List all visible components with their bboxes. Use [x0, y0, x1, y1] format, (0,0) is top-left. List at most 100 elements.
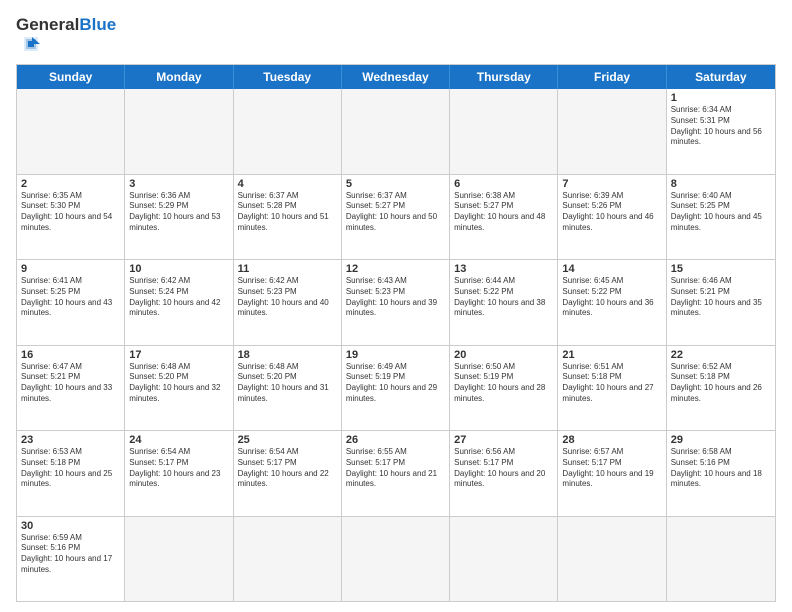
day-info: Sunrise: 6:48 AM Sunset: 5:20 PM Dayligh…: [238, 362, 337, 405]
day-number: 7: [562, 178, 661, 190]
day-cell: 12Sunrise: 6:43 AM Sunset: 5:23 PM Dayli…: [342, 260, 450, 345]
empty-day-cell: [125, 89, 233, 174]
empty-day-cell: [450, 89, 558, 174]
day-number: 1: [671, 92, 771, 104]
day-cell: 23Sunrise: 6:53 AM Sunset: 5:18 PM Dayli…: [17, 431, 125, 516]
day-number: 8: [671, 178, 771, 190]
day-cell: 26Sunrise: 6:55 AM Sunset: 5:17 PM Dayli…: [342, 431, 450, 516]
empty-day-cell: [125, 517, 233, 602]
day-info: Sunrise: 6:42 AM Sunset: 5:24 PM Dayligh…: [129, 276, 228, 319]
weekday-header: Wednesday: [342, 65, 450, 89]
day-cell: 3Sunrise: 6:36 AM Sunset: 5:29 PM Daylig…: [125, 175, 233, 260]
day-number: 18: [238, 349, 337, 361]
day-info: Sunrise: 6:49 AM Sunset: 5:19 PM Dayligh…: [346, 362, 445, 405]
day-number: 23: [21, 434, 120, 446]
calendar-week-row: 9Sunrise: 6:41 AM Sunset: 5:25 PM Daylig…: [17, 260, 775, 346]
logo-blue: Blue: [79, 15, 116, 34]
day-number: 6: [454, 178, 553, 190]
empty-day-cell: [17, 89, 125, 174]
day-cell: 14Sunrise: 6:45 AM Sunset: 5:22 PM Dayli…: [558, 260, 666, 345]
day-info: Sunrise: 6:56 AM Sunset: 5:17 PM Dayligh…: [454, 447, 553, 490]
day-number: 28: [562, 434, 661, 446]
day-number: 22: [671, 349, 771, 361]
day-cell: 19Sunrise: 6:49 AM Sunset: 5:19 PM Dayli…: [342, 346, 450, 431]
day-number: 26: [346, 434, 445, 446]
weekday-header: Thursday: [450, 65, 558, 89]
empty-day-cell: [342, 89, 450, 174]
day-info: Sunrise: 6:59 AM Sunset: 5:16 PM Dayligh…: [21, 533, 120, 576]
calendar-week-row: 30Sunrise: 6:59 AM Sunset: 5:16 PM Dayli…: [17, 517, 775, 602]
day-cell: 20Sunrise: 6:50 AM Sunset: 5:19 PM Dayli…: [450, 346, 558, 431]
day-number: 17: [129, 349, 228, 361]
day-info: Sunrise: 6:35 AM Sunset: 5:30 PM Dayligh…: [21, 191, 120, 234]
day-number: 15: [671, 263, 771, 275]
day-number: 12: [346, 263, 445, 275]
day-info: Sunrise: 6:37 AM Sunset: 5:27 PM Dayligh…: [346, 191, 445, 234]
day-number: 11: [238, 263, 337, 275]
empty-day-cell: [558, 517, 666, 602]
day-info: Sunrise: 6:42 AM Sunset: 5:23 PM Dayligh…: [238, 276, 337, 319]
day-info: Sunrise: 6:58 AM Sunset: 5:16 PM Dayligh…: [671, 447, 771, 490]
weekday-header: Monday: [125, 65, 233, 89]
day-cell: 9Sunrise: 6:41 AM Sunset: 5:25 PM Daylig…: [17, 260, 125, 345]
day-number: 16: [21, 349, 120, 361]
day-cell: 7Sunrise: 6:39 AM Sunset: 5:26 PM Daylig…: [558, 175, 666, 260]
day-number: 14: [562, 263, 661, 275]
day-number: 27: [454, 434, 553, 446]
day-info: Sunrise: 6:46 AM Sunset: 5:21 PM Dayligh…: [671, 276, 771, 319]
day-number: 9: [21, 263, 120, 275]
calendar-header: SundayMondayTuesdayWednesdayThursdayFrid…: [17, 65, 775, 89]
day-number: 13: [454, 263, 553, 275]
header: GeneralBlue: [16, 12, 776, 58]
day-info: Sunrise: 6:37 AM Sunset: 5:28 PM Dayligh…: [238, 191, 337, 234]
weekday-header: Tuesday: [234, 65, 342, 89]
day-number: 2: [21, 178, 120, 190]
day-number: 19: [346, 349, 445, 361]
day-cell: 5Sunrise: 6:37 AM Sunset: 5:27 PM Daylig…: [342, 175, 450, 260]
day-cell: 30Sunrise: 6:59 AM Sunset: 5:16 PM Dayli…: [17, 517, 125, 602]
empty-day-cell: [450, 517, 558, 602]
calendar-body: 1Sunrise: 6:34 AM Sunset: 5:31 PM Daylig…: [17, 89, 775, 601]
day-cell: 6Sunrise: 6:38 AM Sunset: 5:27 PM Daylig…: [450, 175, 558, 260]
calendar-week-row: 23Sunrise: 6:53 AM Sunset: 5:18 PM Dayli…: [17, 431, 775, 517]
day-number: 30: [21, 520, 120, 532]
weekday-header: Saturday: [667, 65, 775, 89]
day-info: Sunrise: 6:40 AM Sunset: 5:25 PM Dayligh…: [671, 191, 771, 234]
calendar: SundayMondayTuesdayWednesdayThursdayFrid…: [16, 64, 776, 602]
day-number: 4: [238, 178, 337, 190]
day-cell: 8Sunrise: 6:40 AM Sunset: 5:25 PM Daylig…: [667, 175, 775, 260]
day-cell: 10Sunrise: 6:42 AM Sunset: 5:24 PM Dayli…: [125, 260, 233, 345]
day-number: 20: [454, 349, 553, 361]
day-number: 25: [238, 434, 337, 446]
day-info: Sunrise: 6:34 AM Sunset: 5:31 PM Dayligh…: [671, 105, 771, 148]
empty-day-cell: [234, 517, 342, 602]
day-number: 21: [562, 349, 661, 361]
day-cell: 21Sunrise: 6:51 AM Sunset: 5:18 PM Dayli…: [558, 346, 666, 431]
day-cell: 25Sunrise: 6:54 AM Sunset: 5:17 PM Dayli…: [234, 431, 342, 516]
day-cell: 27Sunrise: 6:56 AM Sunset: 5:17 PM Dayli…: [450, 431, 558, 516]
day-info: Sunrise: 6:48 AM Sunset: 5:20 PM Dayligh…: [129, 362, 228, 405]
day-cell: 29Sunrise: 6:58 AM Sunset: 5:16 PM Dayli…: [667, 431, 775, 516]
day-info: Sunrise: 6:39 AM Sunset: 5:26 PM Dayligh…: [562, 191, 661, 234]
day-info: Sunrise: 6:54 AM Sunset: 5:17 PM Dayligh…: [238, 447, 337, 490]
day-number: 29: [671, 434, 771, 446]
day-cell: 28Sunrise: 6:57 AM Sunset: 5:17 PM Dayli…: [558, 431, 666, 516]
day-cell: 15Sunrise: 6:46 AM Sunset: 5:21 PM Dayli…: [667, 260, 775, 345]
day-info: Sunrise: 6:57 AM Sunset: 5:17 PM Dayligh…: [562, 447, 661, 490]
day-cell: 11Sunrise: 6:42 AM Sunset: 5:23 PM Dayli…: [234, 260, 342, 345]
day-info: Sunrise: 6:45 AM Sunset: 5:22 PM Dayligh…: [562, 276, 661, 319]
day-info: Sunrise: 6:38 AM Sunset: 5:27 PM Dayligh…: [454, 191, 553, 234]
day-cell: 17Sunrise: 6:48 AM Sunset: 5:20 PM Dayli…: [125, 346, 233, 431]
day-info: Sunrise: 6:50 AM Sunset: 5:19 PM Dayligh…: [454, 362, 553, 405]
weekday-header: Sunday: [17, 65, 125, 89]
day-info: Sunrise: 6:51 AM Sunset: 5:18 PM Dayligh…: [562, 362, 661, 405]
calendar-week-row: 1Sunrise: 6:34 AM Sunset: 5:31 PM Daylig…: [17, 89, 775, 175]
empty-day-cell: [234, 89, 342, 174]
page: GeneralBlue SundayMondayTuesdayWednesday…: [0, 0, 792, 612]
calendar-week-row: 2Sunrise: 6:35 AM Sunset: 5:30 PM Daylig…: [17, 175, 775, 261]
day-cell: 2Sunrise: 6:35 AM Sunset: 5:30 PM Daylig…: [17, 175, 125, 260]
calendar-week-row: 16Sunrise: 6:47 AM Sunset: 5:21 PM Dayli…: [17, 346, 775, 432]
day-cell: 18Sunrise: 6:48 AM Sunset: 5:20 PM Dayli…: [234, 346, 342, 431]
day-number: 5: [346, 178, 445, 190]
day-info: Sunrise: 6:44 AM Sunset: 5:22 PM Dayligh…: [454, 276, 553, 319]
